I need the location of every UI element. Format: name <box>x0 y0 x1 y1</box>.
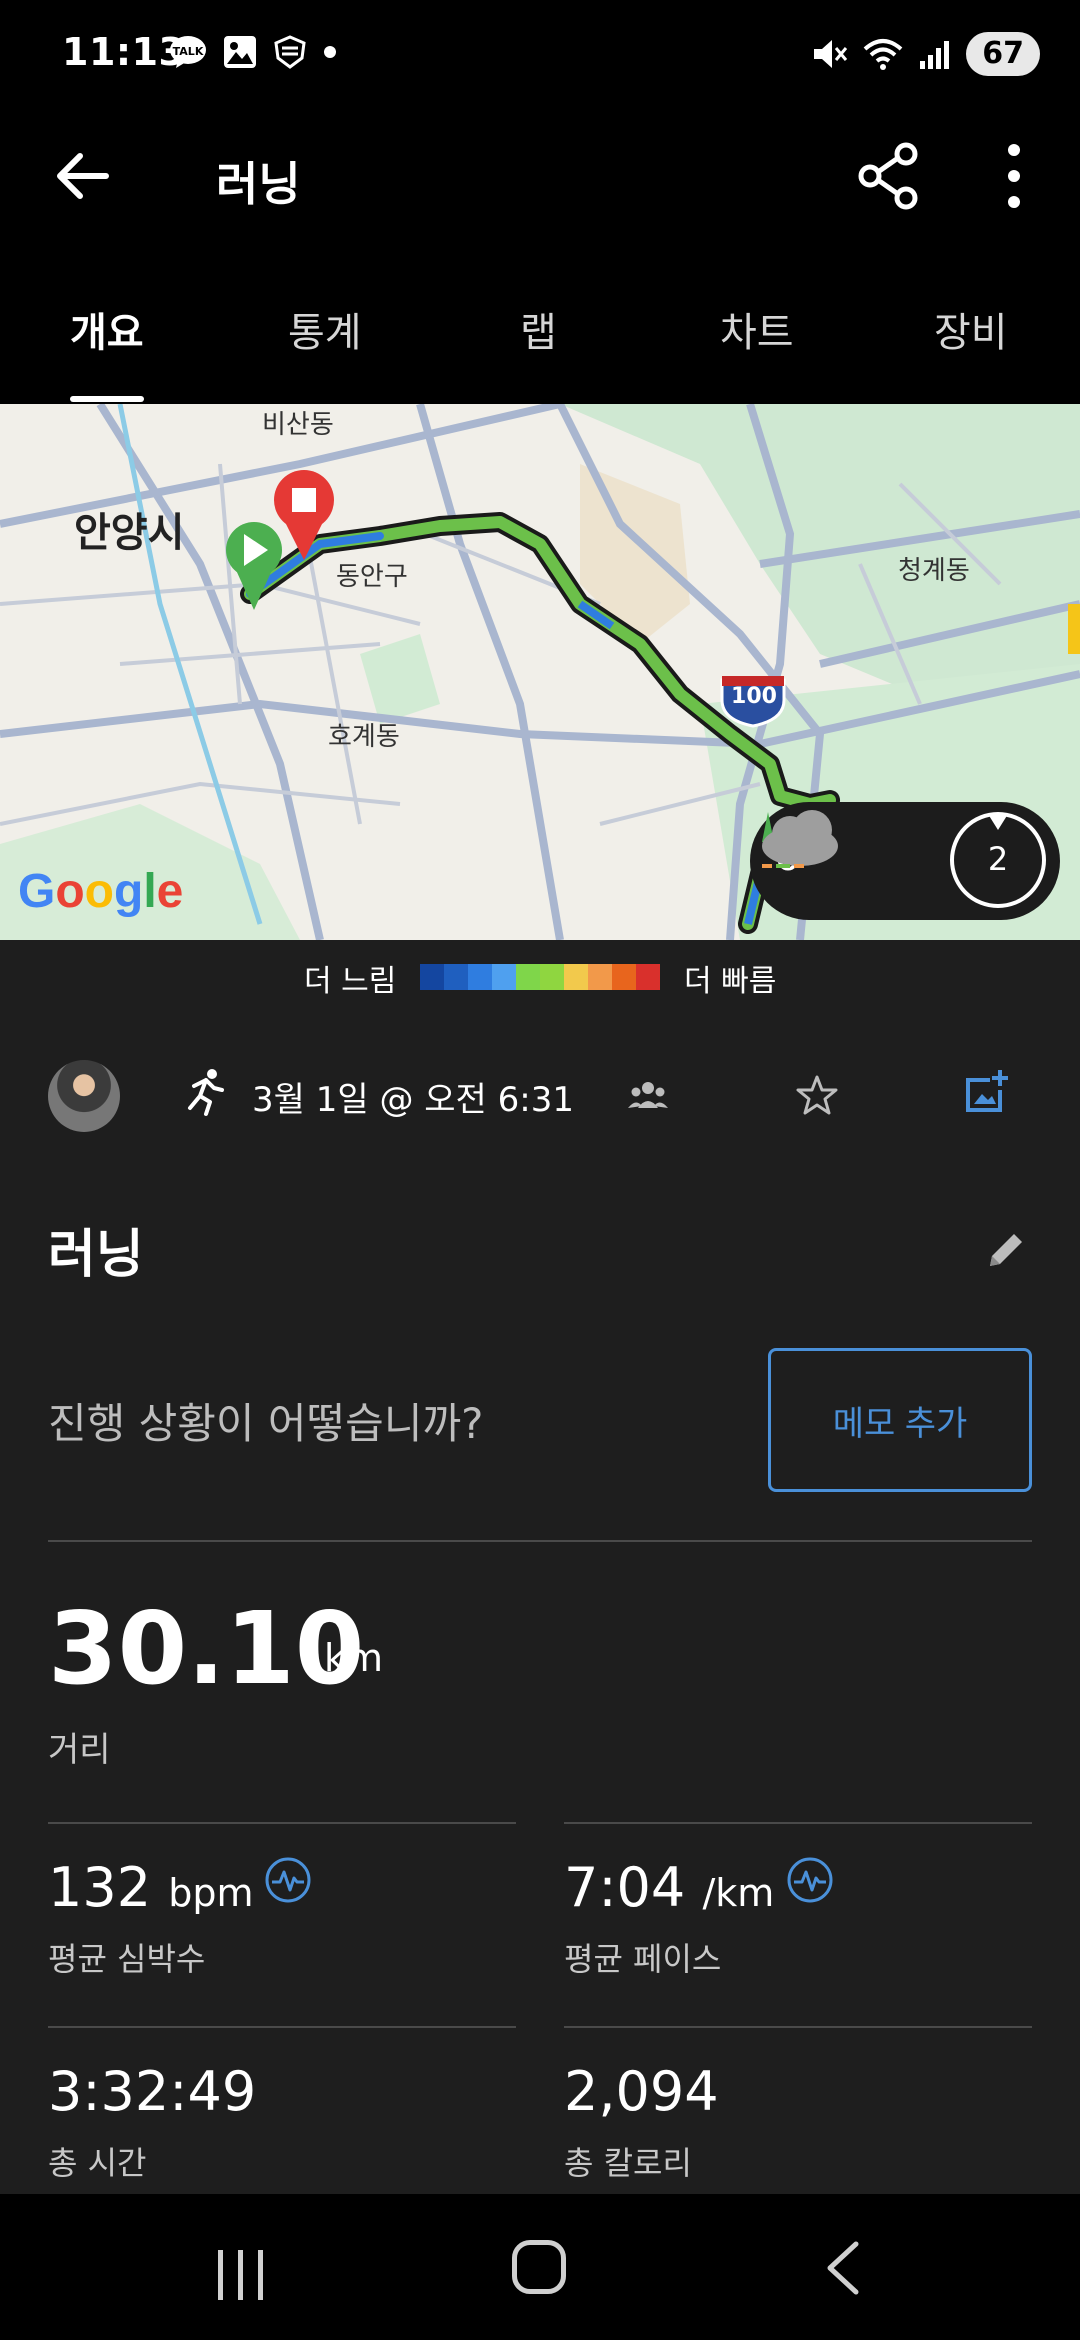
mute-icon <box>814 40 848 68</box>
cloud-weather-icon <box>762 810 838 868</box>
avg-heart-rate-unit: bpm <box>168 1871 254 1915</box>
status-icons-left: TALK <box>168 34 338 70</box>
distance-value: 30.10 <box>48 1590 365 1707</box>
legend-fast-label: 더 빠름 <box>684 964 777 999</box>
edit-pencil-icon[interactable] <box>984 1228 1028 1272</box>
activity-summary: 3월 1일 @ 오전 6:31 러닝 진행 상황이 어떻습니까? 메모 추가 3… <box>0 1010 1080 2194</box>
divider <box>48 1540 1032 1542</box>
avatar[interactable] <box>48 1060 120 1132</box>
route-map[interactable]: 안양시 비산동 동안구 청계동 호계동 100 Google 0° 2 <box>0 404 1080 940</box>
talk-icon: TALK <box>170 36 206 68</box>
total-time-value: 3:32:49 <box>48 2060 257 2123</box>
status-icons-right: 67 <box>810 32 1040 76</box>
legend-swatch <box>420 964 444 990</box>
dot-icon <box>324 46 336 58</box>
group-icon[interactable] <box>628 1078 668 1114</box>
wind-badge: 2 <box>950 812 1046 908</box>
total-calories-label: 총 칼로리 <box>564 2144 692 2182</box>
tab-bar: 개요 통계 랩 차트 장비 <box>0 240 1080 404</box>
progress-prompt: 진행 상황이 어떻습니까? <box>48 1399 484 1448</box>
pace-legend: 더 느림 더 빠름 <box>0 940 1080 1010</box>
legend-swatch <box>636 964 660 990</box>
add-memo-button[interactable]: 메모 추가 <box>768 1348 1032 1492</box>
legend-swatch <box>540 964 564 990</box>
total-calories-value: 2,094 <box>564 2060 719 2123</box>
activity-title[interactable]: 러닝 <box>48 1212 144 1287</box>
legend-swatch <box>468 964 492 990</box>
image-icon <box>224 36 256 68</box>
home-icon[interactable] <box>512 2240 566 2294</box>
weather-widget[interactable]: 0° 2 <box>750 802 1060 920</box>
pace-zone-icon[interactable] <box>786 1856 834 1904</box>
avg-pace-value: 7:04 /km <box>564 1856 774 1919</box>
divider <box>564 1822 1032 1824</box>
legend-swatch <box>564 964 588 990</box>
nav-back-icon[interactable] <box>822 2240 862 2296</box>
legend-swatch <box>612 964 636 990</box>
status-bar: 11:13 TALK 67 <box>0 0 1080 110</box>
tab-charts[interactable]: 차트 <box>720 300 794 358</box>
avg-pace-number: 7:04 <box>564 1856 686 1919</box>
avg-heart-rate-value: 132 bpm <box>48 1856 254 1919</box>
recent-apps-icon[interactable] <box>216 2248 266 2302</box>
divider <box>48 1822 516 1824</box>
divider <box>564 2026 1032 2028</box>
divider <box>48 2026 516 2028</box>
wifi-icon <box>863 39 903 70</box>
avg-pace-label: 평균 페이스 <box>564 1940 722 1978</box>
legend-swatch <box>516 964 540 990</box>
legend-swatch <box>444 964 468 990</box>
map-label-hogye: 호계동 <box>328 722 400 752</box>
avg-heart-rate-label: 평균 심박수 <box>48 1940 206 1978</box>
tab-gear[interactable]: 장비 <box>934 300 1008 358</box>
tab-overview[interactable]: 개요 <box>70 300 144 358</box>
tab-stats[interactable]: 통계 <box>288 300 362 358</box>
battery-icon: 67 <box>966 32 1040 76</box>
wind-direction-icon <box>988 814 1008 830</box>
avg-pace-unit: /km <box>702 1871 775 1915</box>
page-title: 러닝 <box>216 157 301 211</box>
wind-speed-value: 2 <box>987 840 1009 878</box>
favorite-star-icon[interactable] <box>796 1074 838 1116</box>
running-icon <box>188 1069 224 1116</box>
tab-laps[interactable]: 랩 <box>520 300 557 358</box>
svg-text:TALK: TALK <box>173 45 204 58</box>
legend-color-bar <box>420 964 660 990</box>
google-logo: Google <box>18 865 184 918</box>
activity-date: 3월 1일 @ 오전 6:31 <box>252 1080 574 1120</box>
legend-swatch <box>588 964 612 990</box>
more-options-icon[interactable] <box>994 140 1034 212</box>
map-label-cheonggye: 청계동 <box>898 556 970 586</box>
total-time-label: 총 시간 <box>48 2144 147 2182</box>
share-icon[interactable] <box>852 140 924 212</box>
tab-indicator <box>70 396 144 402</box>
distance-label: 거리 <box>48 1730 111 1770</box>
back-arrow-icon[interactable] <box>50 144 114 208</box>
shield-icon <box>274 35 306 69</box>
avg-heart-rate-number: 132 <box>48 1856 152 1919</box>
add-photo-icon[interactable] <box>962 1068 1010 1116</box>
system-nav-bar <box>0 2194 1080 2340</box>
status-time: 11:13 <box>62 30 186 74</box>
heart-rate-zone-icon[interactable] <box>264 1856 312 1904</box>
map-city-label: 안양시 <box>74 510 185 556</box>
distance-unit: km <box>324 1636 384 1680</box>
legend-slow-label: 더 느림 <box>304 964 397 999</box>
highway-shield-label: 100 <box>731 684 777 709</box>
map-label-dongan: 동안구 <box>336 562 408 592</box>
legend-swatch <box>492 964 516 990</box>
map-label-bisan: 비산동 <box>262 410 334 440</box>
app-bar: 러닝 <box>0 110 1080 240</box>
signal-icon <box>920 41 950 69</box>
